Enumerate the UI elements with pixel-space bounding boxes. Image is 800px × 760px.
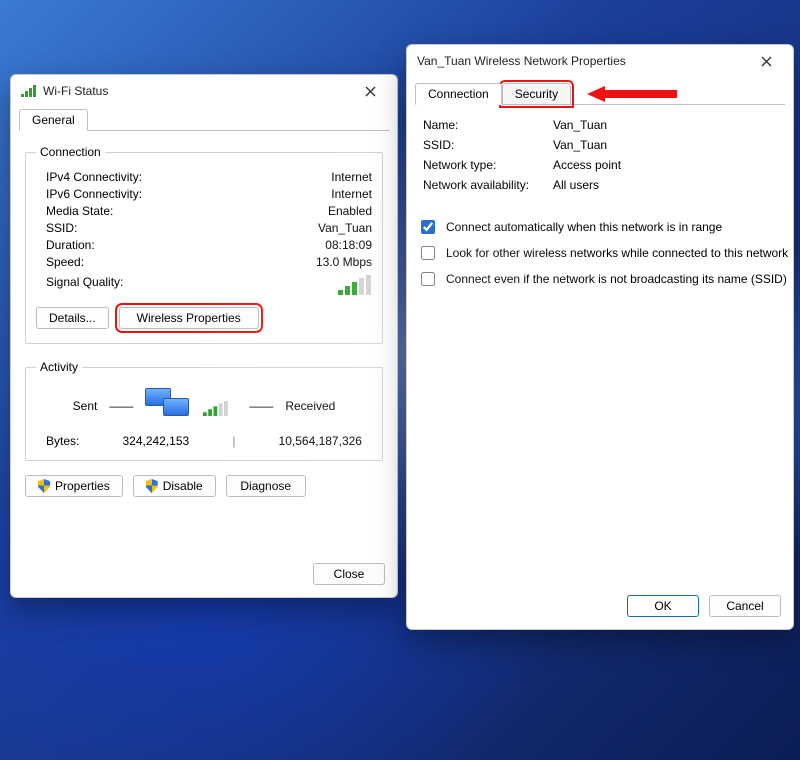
shield-icon (38, 479, 50, 493)
availability-label: Network availability: (423, 178, 553, 192)
dash: —— (109, 399, 133, 413)
hidden-ssid-checkbox[interactable] (421, 272, 435, 286)
duration-value: 08:18:09 (325, 238, 372, 252)
ssid-label: SSID: (423, 138, 553, 152)
annotation-arrow-icon (587, 85, 677, 103)
bytes-label: Bytes: (46, 434, 79, 448)
signal-bars-icon (338, 275, 372, 295)
connection-group: Connection IPv4 Connectivity: Internet IP… (25, 145, 383, 344)
tabs: General (11, 107, 397, 131)
ok-button[interactable]: OK (627, 595, 699, 617)
auto-connect-checkbox[interactable] (421, 220, 435, 234)
tab-general[interactable]: General (19, 109, 88, 131)
duration-label: Duration: (46, 238, 95, 252)
activity-legend: Activity (36, 360, 82, 374)
sent-label: Sent (73, 399, 98, 413)
disable-button[interactable]: Disable (133, 475, 216, 497)
disable-label: Disable (163, 479, 203, 493)
ssid-value: Van_Tuan (318, 221, 372, 235)
tab-connection[interactable]: Connection (415, 83, 502, 105)
name-label: Name: (423, 118, 553, 132)
name-value: Van_Tuan (553, 118, 607, 132)
close-button-footer[interactable]: Close (313, 563, 385, 585)
wifi-status-window: Wi-Fi Status General Connection IPv4 Con… (10, 74, 398, 598)
activity-signal-icon (203, 401, 229, 416)
wireless-properties-button[interactable]: Wireless Properties (119, 307, 259, 329)
titlebar[interactable]: Wi-Fi Status (11, 75, 397, 107)
media-label: Media State: (46, 204, 113, 218)
look-other-label[interactable]: Look for other wireless networks while c… (446, 245, 788, 261)
ipv4-label: IPv4 Connectivity: (46, 170, 142, 184)
properties-label: Properties (55, 479, 110, 493)
ipv6-label: IPv6 Connectivity: (46, 187, 142, 201)
ssid-value: Van_Tuan (553, 138, 607, 152)
close-button[interactable] (745, 47, 787, 75)
details-button[interactable]: Details... (36, 307, 109, 329)
window-title: Wi-Fi Status (43, 84, 108, 98)
network-type-label: Network type: (423, 158, 553, 172)
close-button[interactable] (349, 77, 391, 105)
speed-value: 13.0 Mbps (316, 255, 372, 269)
network-type-value: Access point (553, 158, 621, 172)
signal-label: Signal Quality: (46, 275, 123, 295)
properties-button[interactable]: Properties (25, 475, 123, 497)
ipv4-value: Internet (331, 170, 372, 184)
diagnose-button[interactable]: Diagnose (226, 475, 306, 497)
wifi-icon (21, 85, 37, 97)
bytes-received: 10,564,187,326 (279, 434, 362, 448)
bytes-sent: 324,242,153 (122, 434, 189, 448)
connection-legend: Connection (36, 145, 105, 159)
separator: | (232, 434, 235, 448)
tab-security[interactable]: Security (502, 83, 571, 105)
speed-label: Speed: (46, 255, 84, 269)
wireless-properties-window: Van_Tuan Wireless Network Properties Con… (406, 44, 794, 630)
dash: —— (249, 399, 273, 413)
titlebar[interactable]: Van_Tuan Wireless Network Properties (407, 45, 793, 77)
cancel-button[interactable]: Cancel (709, 595, 781, 617)
desktop-background: Wi-Fi Status General Connection IPv4 Con… (0, 0, 800, 760)
activity-group: Activity Sent —— —— Received Bytes: 324,… (25, 360, 383, 461)
ipv6-value: Internet (331, 187, 372, 201)
hidden-ssid-label[interactable]: Connect even if the network is not broad… (446, 271, 787, 287)
network-icon (145, 388, 191, 424)
auto-connect-label[interactable]: Connect automatically when this network … (446, 219, 722, 235)
received-label: Received (285, 399, 335, 413)
window-title: Van_Tuan Wireless Network Properties (417, 54, 626, 68)
ssid-label: SSID: (46, 221, 77, 235)
availability-value: All users (553, 178, 599, 192)
tabs: Connection Security (407, 81, 793, 105)
shield-icon (146, 479, 158, 493)
look-other-checkbox[interactable] (421, 246, 435, 260)
media-value: Enabled (328, 204, 372, 218)
